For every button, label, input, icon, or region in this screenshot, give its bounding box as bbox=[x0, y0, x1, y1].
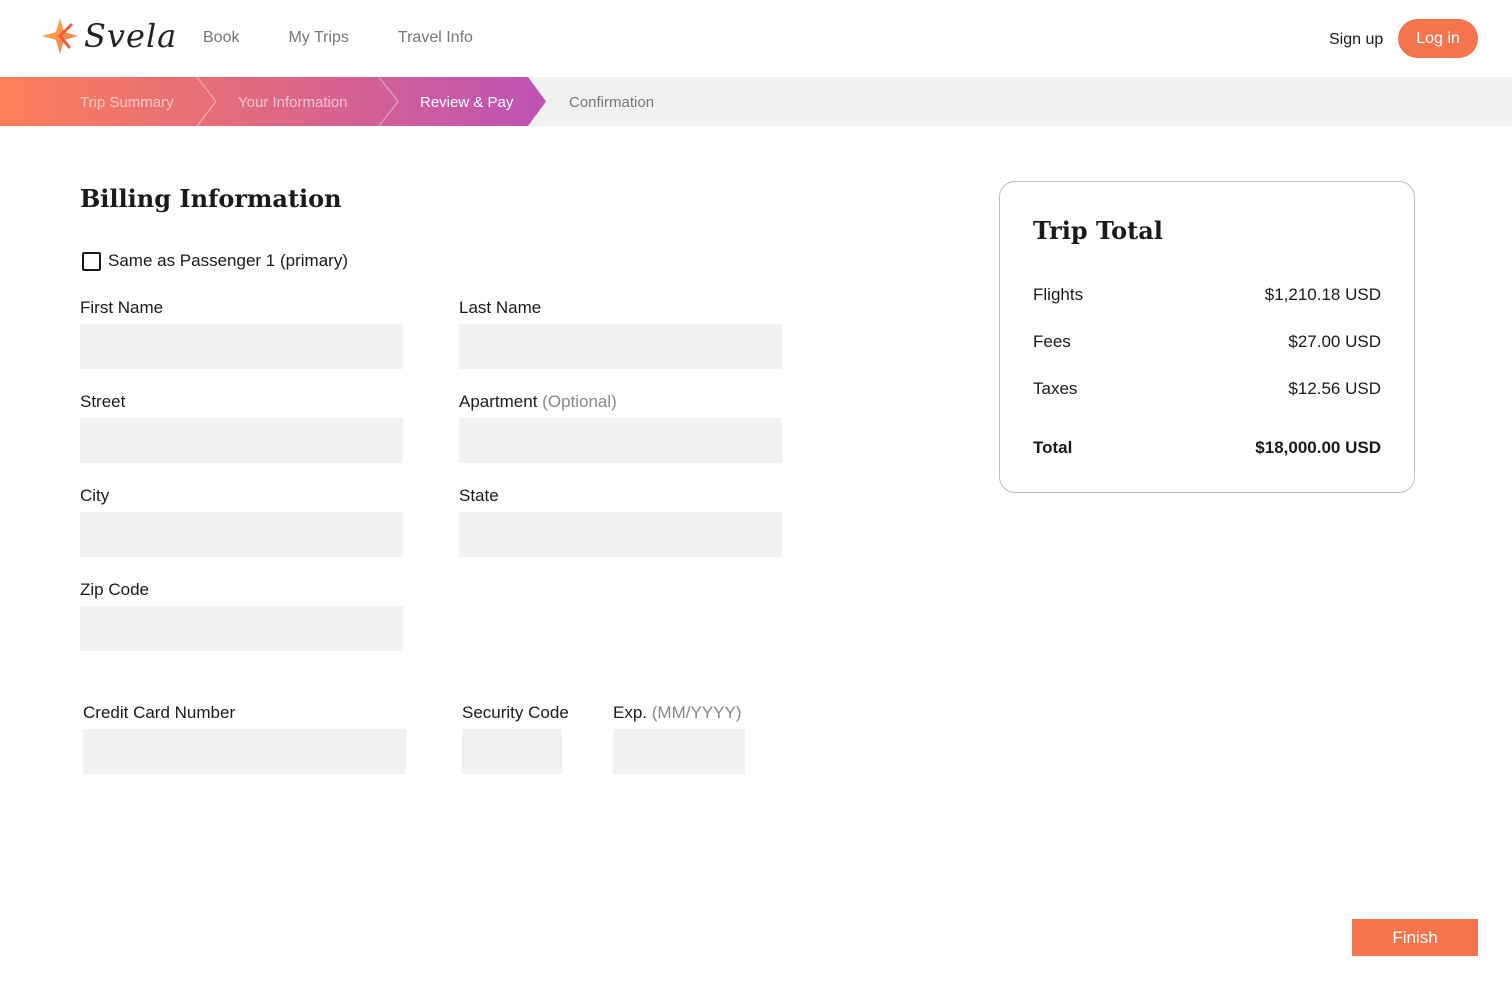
credit-card-number-input[interactable] bbox=[83, 729, 406, 774]
line-item-label: Flights bbox=[1033, 285, 1084, 304]
zip-code-input[interactable] bbox=[80, 606, 403, 651]
security-code-label: Security Code bbox=[462, 703, 569, 722]
login-button[interactable]: Log in bbox=[1398, 19, 1478, 58]
city-label: City bbox=[80, 486, 110, 505]
last-name-input[interactable] bbox=[459, 324, 782, 369]
checkout-progress: Trip Summary Your Information Review & P… bbox=[0, 77, 1512, 126]
optional-tag: (Optional) bbox=[542, 392, 617, 411]
brand-logo[interactable]: Svela bbox=[40, 16, 177, 56]
nav-my-trips[interactable]: My Trips bbox=[288, 29, 348, 47]
zip-code-label: Zip Code bbox=[80, 580, 149, 599]
last-name-label: Last Name bbox=[459, 298, 542, 317]
security-code-input[interactable] bbox=[462, 729, 562, 774]
expiration-format-hint: (MM/YYYY) bbox=[651, 703, 742, 722]
signup-link[interactable]: Sign up bbox=[1329, 31, 1383, 49]
credit-card-number-label: Credit Card Number bbox=[83, 703, 236, 722]
finish-button[interactable]: Finish bbox=[1352, 919, 1478, 956]
expiration-label: Exp. (MM/YYYY) bbox=[613, 703, 742, 723]
total-label: Total bbox=[1033, 438, 1073, 457]
trip-total-title: Trip Total bbox=[1033, 216, 1163, 245]
nav-book[interactable]: Book bbox=[203, 29, 239, 47]
line-item-value: $12.56 USD bbox=[1288, 379, 1381, 398]
first-name-label: First Name bbox=[80, 298, 164, 317]
apartment-label: Apartment (Optional) bbox=[459, 392, 617, 412]
first-name-input[interactable] bbox=[80, 324, 403, 369]
same-as-passenger-row: Same as Passenger 1 (primary) bbox=[82, 251, 348, 271]
brand-name: Svela bbox=[84, 17, 178, 55]
line-item-taxes: Taxes $12.56 USD bbox=[1033, 379, 1381, 399]
line-item-value: $1,210.18 USD bbox=[1264, 285, 1381, 304]
state-label: State bbox=[459, 486, 499, 505]
step-trip-summary[interactable]: Trip Summary bbox=[80, 94, 174, 111]
top-header: Svela Book My Trips Travel Info Sign up … bbox=[0, 0, 1512, 77]
expiration-input[interactable] bbox=[613, 729, 745, 774]
street-label: Street bbox=[80, 392, 126, 411]
nav-travel-info[interactable]: Travel Info bbox=[398, 29, 473, 47]
step-review-pay: Review & Pay bbox=[420, 94, 514, 111]
line-item-total: Total $18,000.00 USD bbox=[1033, 438, 1381, 458]
line-item-value: $27.00 USD bbox=[1288, 332, 1381, 351]
step-your-information[interactable]: Your Information bbox=[238, 94, 348, 111]
progress-bar-graphic bbox=[0, 77, 546, 126]
same-as-passenger-label[interactable]: Same as Passenger 1 (primary) bbox=[108, 251, 348, 271]
line-item-label: Fees bbox=[1033, 332, 1071, 351]
billing-title: Billing Information bbox=[80, 184, 342, 213]
main-nav: Book My Trips Travel Info bbox=[203, 29, 522, 47]
expiration-label-text: Exp. bbox=[613, 703, 648, 722]
apartment-label-text: Apartment bbox=[459, 392, 538, 411]
apartment-input[interactable] bbox=[459, 418, 782, 463]
city-input[interactable] bbox=[80, 512, 403, 557]
total-value: $18,000.00 USD bbox=[1255, 438, 1381, 457]
line-item-label: Taxes bbox=[1033, 379, 1078, 398]
step-confirmation: Confirmation bbox=[569, 94, 655, 111]
line-item-flights: Flights $1,210.18 USD bbox=[1033, 285, 1381, 305]
trip-total-card: Trip Total Flights $1,210.18 USD Fees $2… bbox=[999, 181, 1415, 493]
line-item-fees: Fees $27.00 USD bbox=[1033, 332, 1381, 352]
same-as-passenger-checkbox[interactable] bbox=[82, 251, 101, 271]
street-input[interactable] bbox=[80, 418, 403, 463]
compass-star-icon bbox=[42, 18, 78, 54]
state-input[interactable] bbox=[459, 512, 782, 557]
